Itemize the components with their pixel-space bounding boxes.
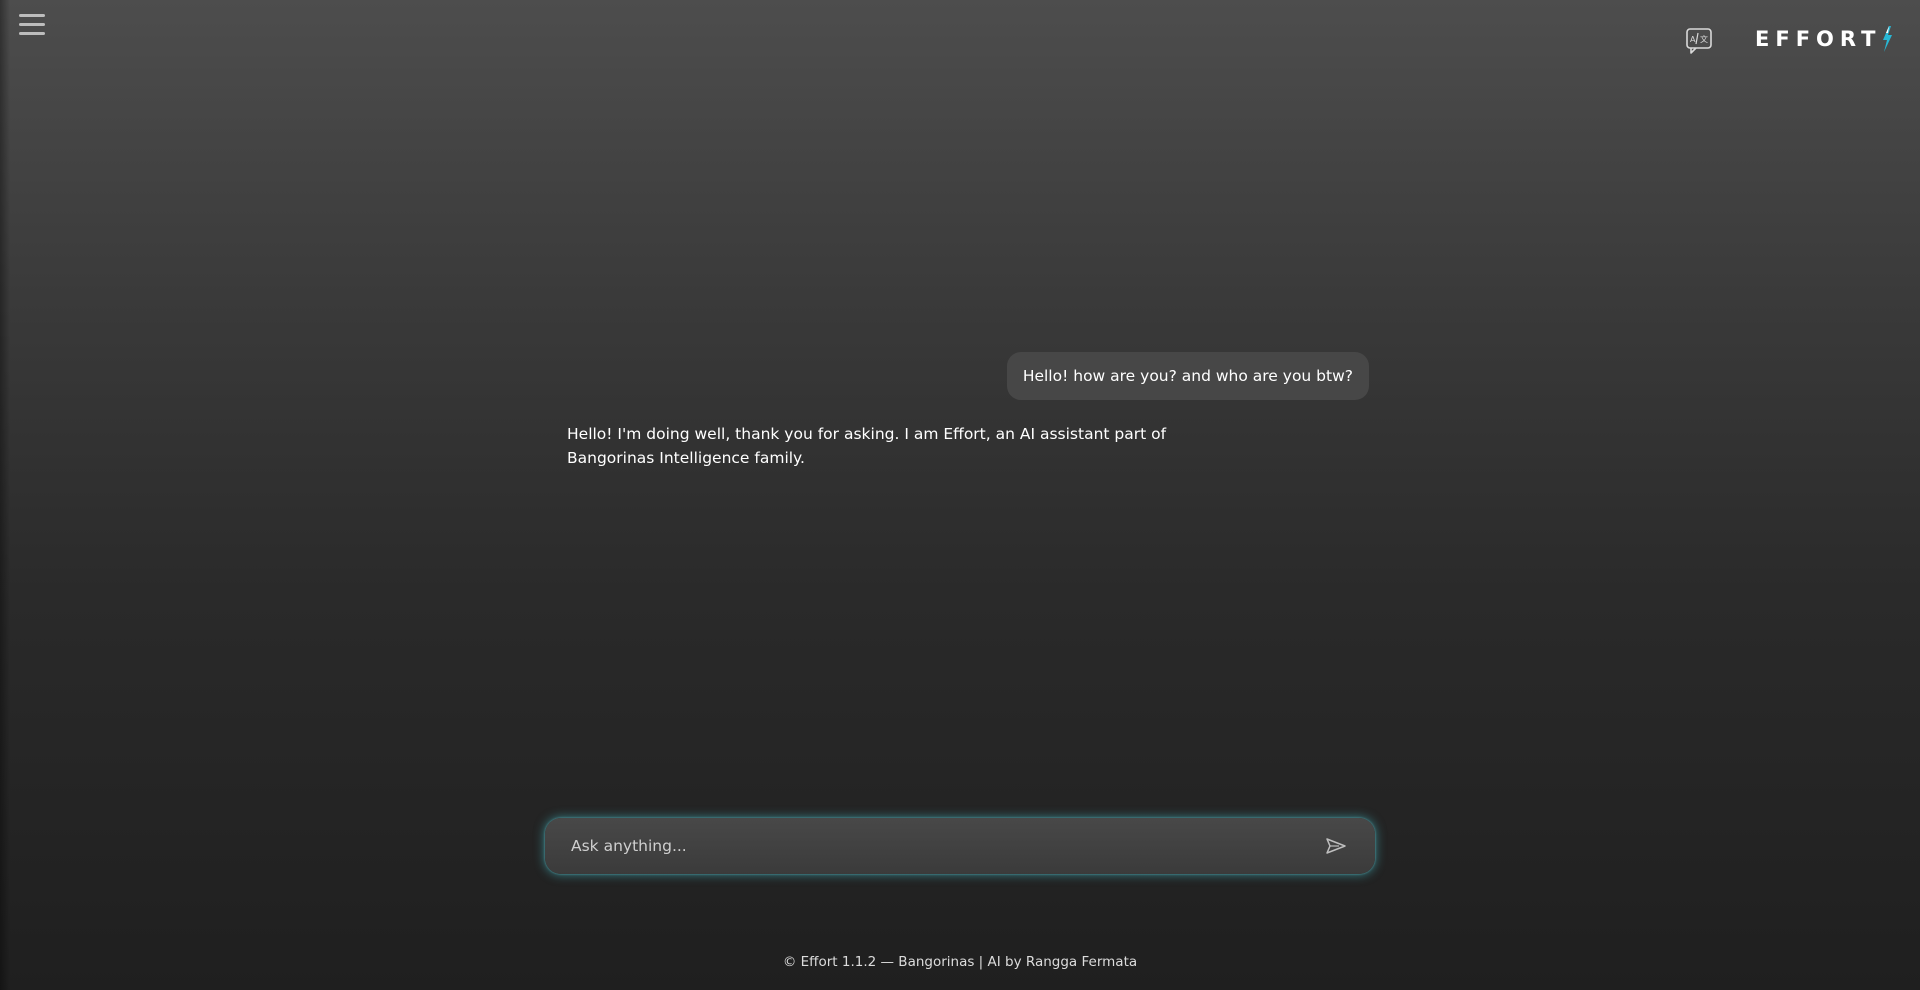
svg-text:文: 文	[1700, 34, 1708, 44]
chat-thread: Hello! how are you? and who are you btw?…	[567, 352, 1369, 470]
app-logo: EFFORT	[1755, 24, 1895, 54]
send-icon	[1326, 838, 1346, 854]
user-message-row: Hello! how are you? and who are you btw?	[567, 352, 1369, 400]
translate-icon: A 文	[1686, 28, 1712, 54]
user-message-bubble: Hello! how are you? and who are you btw?	[1006, 352, 1369, 400]
assistant-message: Hello! I'm doing well, thank you for ask…	[567, 425, 1167, 467]
hamburger-menu-icon	[19, 14, 47, 35]
send-button[interactable]	[1319, 829, 1353, 863]
menu-button[interactable]	[19, 14, 47, 38]
translate-button[interactable]: A 文	[1685, 27, 1715, 55]
sidebar-edge	[0, 0, 10, 990]
logo-mark-icon	[1883, 26, 1893, 52]
chat-input[interactable]	[545, 818, 1319, 874]
footer-credits: © Effort 1.1.2 — Bangorinas | AI by Rang…	[782, 954, 1138, 970]
logo-text: EFFORT	[1755, 27, 1882, 51]
svg-text:A: A	[1690, 35, 1696, 44]
chat-composer	[545, 818, 1375, 874]
